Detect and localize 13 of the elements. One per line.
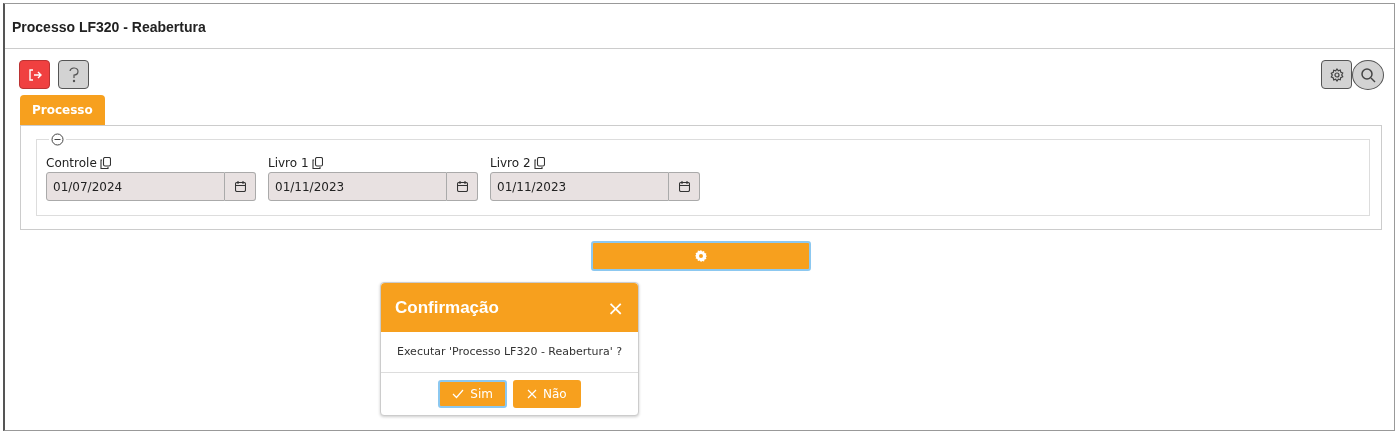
date-field[interactable]: 01/11/2023 — [490, 172, 670, 201]
close-button[interactable]: × — [607, 297, 624, 318]
window-title: Processo LF320 - Reabertura — [5, 4, 1394, 49]
yes-button[interactable]: Sim — [438, 379, 507, 408]
tab[interactable]: Processo — [20, 95, 105, 125]
date-field[interactable]: 01/11/2023 — [268, 172, 448, 201]
no-button[interactable]: Não — [513, 379, 581, 408]
field-label: Controle — [46, 155, 97, 172]
dialog-title: Confirmação — [395, 296, 499, 319]
field-label: Livro 2 — [490, 155, 531, 172]
dialog-message: Executar 'Processo LF320 - Reabertura' ? — [381, 332, 638, 373]
field-label: Livro 1 — [268, 155, 309, 172]
date-field[interactable]: 01/07/2024 — [46, 172, 226, 201]
